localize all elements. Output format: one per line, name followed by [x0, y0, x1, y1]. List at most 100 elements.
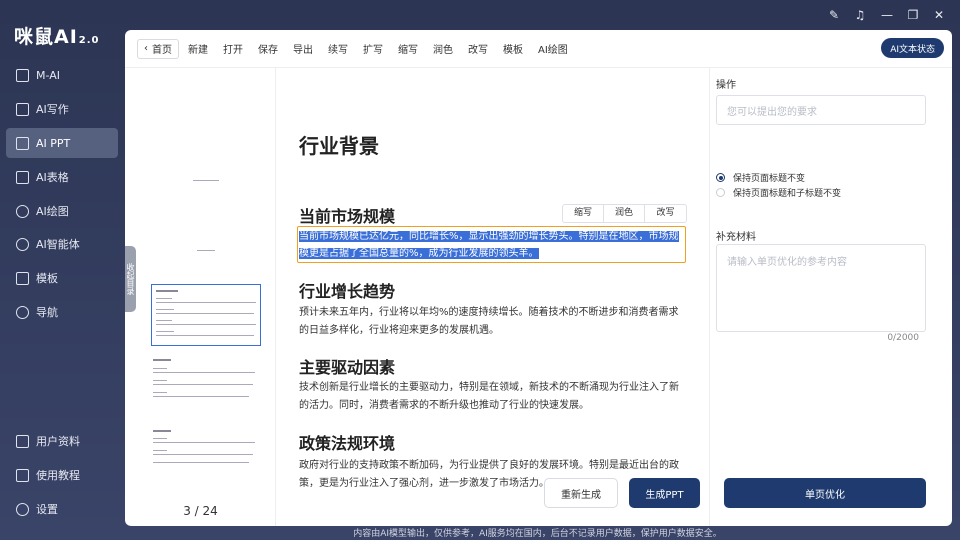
sidebar-item-settings[interactable]: 设置 [6, 494, 118, 524]
sidebar-item-tutorial[interactable]: 使用教程 [6, 460, 118, 490]
collapse-outline-label: 收起目录 [126, 263, 135, 295]
radio-unchecked-icon [716, 188, 725, 197]
slide-thumbnail-1[interactable] [151, 138, 261, 200]
user-doc-icon [16, 434, 29, 448]
chevron-left-icon: ‹ [144, 43, 148, 54]
section-paragraph-2[interactable]: 预计未来五年内，行业将以年均%的速度持续增长。随着技术的不断进步和消费者需求的日… [299, 304, 687, 340]
shorten-button[interactable]: 缩写 [563, 205, 604, 222]
slide-thumbnail-5[interactable] [151, 428, 261, 490]
page-counter: 3 / 24 [183, 504, 218, 518]
single-page-optimize-button[interactable]: 单页优化 [724, 478, 926, 508]
char-counter: 0/2000 [887, 333, 919, 343]
main-panel: ‹ 首页 新建 打开 保存 导出 续写 扩写 缩写 润色 改写 模板 AI绘图 … [125, 30, 952, 526]
toolbar-polish[interactable]: 润色 [433, 41, 453, 56]
note-icon[interactable]: ✎ [827, 8, 841, 22]
template-icon [16, 271, 29, 285]
slide-thumbnail-3[interactable] [151, 284, 261, 346]
sidebar-item-ai-table[interactable]: AI表格 [6, 162, 118, 192]
toolbar-export[interactable]: 导出 [293, 41, 313, 56]
sidebar-item-ai-paint[interactable]: AI绘图 [6, 196, 118, 226]
minimize-icon[interactable]: — [880, 8, 894, 22]
robot-icon [16, 237, 29, 251]
sidebar-item-label: 设置 [36, 503, 58, 516]
radio-checked-icon [716, 173, 725, 182]
toolbar-open[interactable]: 打开 [223, 41, 243, 56]
bell-icon[interactable]: ♫ [853, 8, 867, 22]
navigation-icon [16, 305, 29, 319]
section-heading-1[interactable]: 当前市场规模 [299, 203, 395, 227]
request-input[interactable]: 您可以提出您的要求 [716, 95, 926, 125]
sidebar-item-label: 模板 [36, 272, 58, 285]
cube-icon [16, 68, 29, 82]
selected-paragraph[interactable]: 当前市场规模已达亿元，同比增长%，显示出强劲的增长势头。特别是在地区，市场规模更… [299, 231, 679, 259]
radio-label: 保持页面标题和子标题不变 [733, 189, 842, 199]
toolbar-save[interactable]: 保存 [258, 41, 278, 56]
operation-label: 操作 [716, 80, 736, 91]
supplement-label: 补充材料 [716, 232, 756, 243]
ppt-icon [16, 136, 29, 150]
slide-title[interactable]: 行业背景 [299, 130, 379, 159]
footer-disclaimer: 内容由AI模型输出，仅供参考，AI服务均在国内，后台不记录用户数据，保护用户数据… [353, 529, 722, 539]
toolbar-rewrite[interactable]: 改写 [468, 41, 488, 56]
toolbar-ai-paint[interactable]: AI绘图 [538, 41, 568, 56]
sidebar-item-ai-agent[interactable]: AI智能体 [6, 229, 118, 259]
section-heading-4[interactable]: 政策法规环境 [299, 430, 395, 454]
toolbar-expand[interactable]: 扩写 [363, 41, 383, 56]
polish-button[interactable]: 润色 [604, 205, 645, 222]
logo-text: 咪鼠AI [14, 26, 78, 48]
logo-version: 2.0 [78, 35, 100, 46]
close-icon[interactable]: ✕ [932, 8, 946, 22]
section-heading-3[interactable]: 主要驱动因素 [299, 354, 395, 378]
sidebar-item-m-ai[interactable]: M-AI [6, 60, 118, 90]
sidebar-item-label: M-AI [36, 68, 60, 82]
sidebar-item-label: AI PPT [36, 136, 71, 150]
sidebar-item-navigation[interactable]: 导航 [6, 297, 118, 327]
app-logo: 咪鼠AI2.0 [14, 22, 100, 49]
collapse-outline-tab[interactable]: 收起目录 [125, 246, 136, 312]
rewrite-button[interactable]: 改写 [645, 205, 686, 222]
sidebar-item-label: AI表格 [36, 171, 69, 184]
regenerate-button[interactable]: 重新生成 [544, 478, 618, 508]
operation-panel: 操作 您可以提出您的要求 保持页面标题不变 保持页面标题和子标题不变 补充材料 … [710, 68, 952, 526]
sidebar-item-template[interactable]: 模板 [6, 263, 118, 293]
toolbar-shorten[interactable]: 缩写 [398, 41, 418, 56]
sidebar-item-label: 导航 [36, 306, 58, 319]
toolbar-continue[interactable]: 续写 [328, 41, 348, 56]
generate-ppt-button[interactable]: 生成PPT [629, 478, 700, 508]
slide-thumbnail-4[interactable] [151, 356, 261, 418]
tutorial-icon [16, 468, 29, 482]
pen-icon [16, 102, 29, 116]
restore-icon[interactable]: ❐ [906, 8, 920, 22]
sidebar-item-label: AI智能体 [36, 238, 80, 251]
toolbar-new[interactable]: 新建 [188, 41, 208, 56]
radio-label: 保持页面标题不变 [733, 174, 806, 184]
sidebar-item-label: 用户资料 [36, 435, 80, 448]
sidebar: 咪鼠AI2.0 M-AI AI写作 AI PPT AI表格 AI绘图 AI智能体… [0, 0, 125, 540]
sidebar-item-ai-writing[interactable]: AI写作 [6, 94, 118, 124]
radio-keep-title-subtitle[interactable]: 保持页面标题和子标题不变 [716, 186, 841, 199]
back-label: 首页 [152, 45, 172, 56]
sidebar-item-label: AI写作 [36, 103, 69, 116]
sidebar-item-ai-ppt[interactable]: AI PPT [6, 128, 118, 158]
text-action-toolbar: 缩写 润色 改写 [562, 204, 687, 223]
table-icon [16, 170, 29, 184]
section-paragraph-3[interactable]: 技术创新是行业增长的主要驱动力，特别是在领域，新技术的不断涌现为行业注入了新的活… [299, 379, 687, 415]
section-heading-2[interactable]: 行业增长趋势 [299, 278, 395, 302]
toolbar-template[interactable]: 模板 [503, 41, 523, 56]
slide-editor: 行业背景 当前市场规模 缩写 润色 改写 当前市场规模已达亿元，同比增长%，显示… [276, 68, 710, 526]
home-back-button[interactable]: ‹ 首页 [137, 38, 179, 59]
thumbnail-panel: 收起目录 3 / 24 [125, 68, 276, 526]
ai-text-status-button[interactable]: AI文本状态 [881, 38, 944, 58]
sidebar-item-label: AI绘图 [36, 205, 69, 218]
sidebar-item-user-profile[interactable]: 用户资料 [6, 426, 118, 456]
paint-icon [16, 204, 29, 218]
gear-icon [16, 502, 29, 516]
radio-keep-title[interactable]: 保持页面标题不变 [716, 171, 805, 184]
request-placeholder: 您可以提出您的要求 [727, 106, 817, 118]
supplement-input[interactable]: 请输入单页优化的参考内容 [716, 244, 926, 332]
toolbar: ‹ 首页 新建 打开 保存 导出 续写 扩写 缩写 润色 改写 模板 AI绘图 … [125, 30, 952, 68]
sidebar-item-label: 使用教程 [36, 469, 80, 482]
selected-text-box[interactable]: 当前市场规模已达亿元，同比增长%，显示出强劲的增长势头。特别是在地区，市场规模更… [297, 226, 686, 263]
slide-thumbnail-2[interactable] [151, 210, 261, 272]
supplement-placeholder: 请输入单页优化的参考内容 [727, 257, 847, 268]
